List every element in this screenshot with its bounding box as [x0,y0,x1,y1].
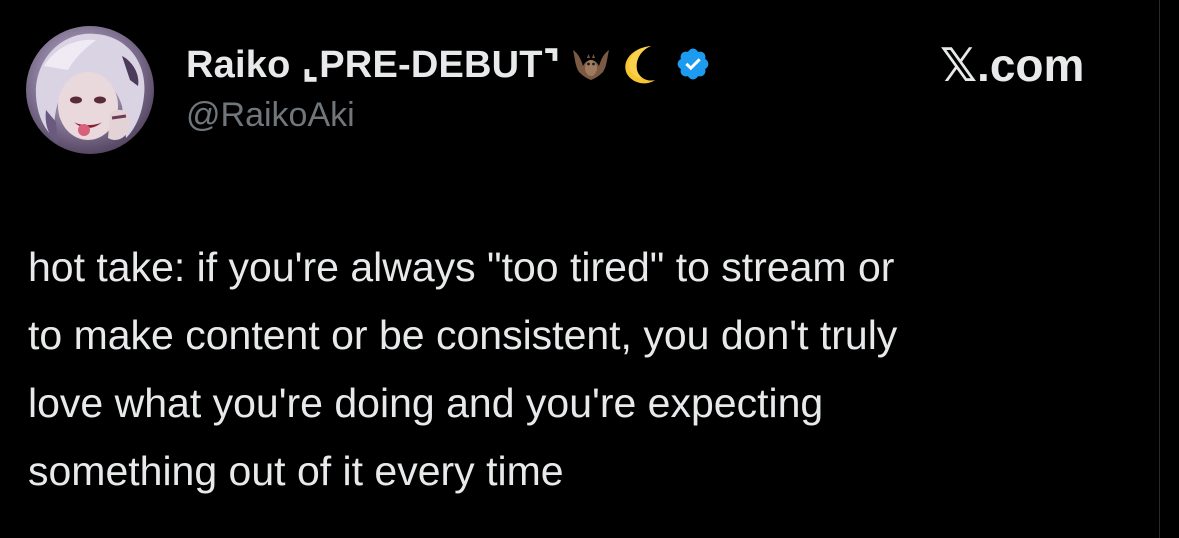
tweet-body-text: hot take: if you're always "too tired" t… [28,244,898,494]
author-handle[interactable]: @RaikoAki [186,96,836,135]
bat-icon [569,42,613,86]
author-name-row: Raiko ⌞PRE-DEBUT⌝ [186,38,836,90]
tweet-card: Raiko ⌞PRE-DEBUT⌝ @RaikoAki 𝕏.com hot ta… [0,0,1160,538]
tweet-header: Raiko ⌞PRE-DEBUT⌝ @RaikoAki [186,38,836,138]
scrollbar-track [1159,0,1179,538]
x-logo: 𝕏.com [940,39,1085,91]
author-display-name[interactable]: Raiko ⌞PRE-DEBUT⌝ [186,42,561,87]
crescent-moon-icon [621,42,665,86]
verified-badge-icon[interactable] [675,46,711,82]
avatar[interactable] [26,26,154,154]
avatar-image [35,33,145,144]
